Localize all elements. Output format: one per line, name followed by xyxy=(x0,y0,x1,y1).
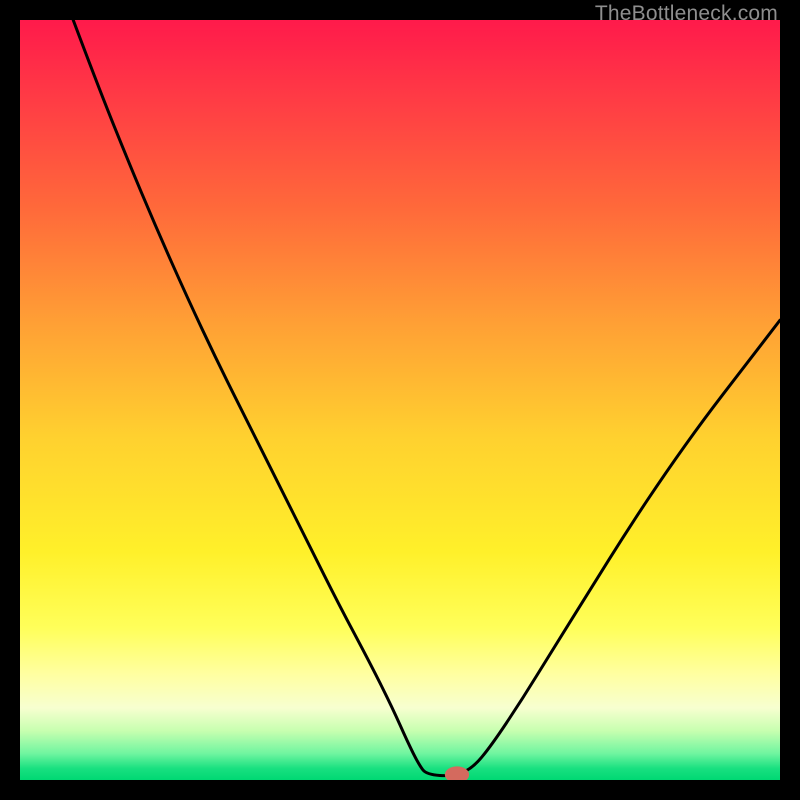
watermark-label: TheBottleneck.com xyxy=(595,2,778,26)
chart-background xyxy=(20,20,780,780)
chart-frame xyxy=(20,20,780,780)
bottleneck-chart xyxy=(20,20,780,780)
